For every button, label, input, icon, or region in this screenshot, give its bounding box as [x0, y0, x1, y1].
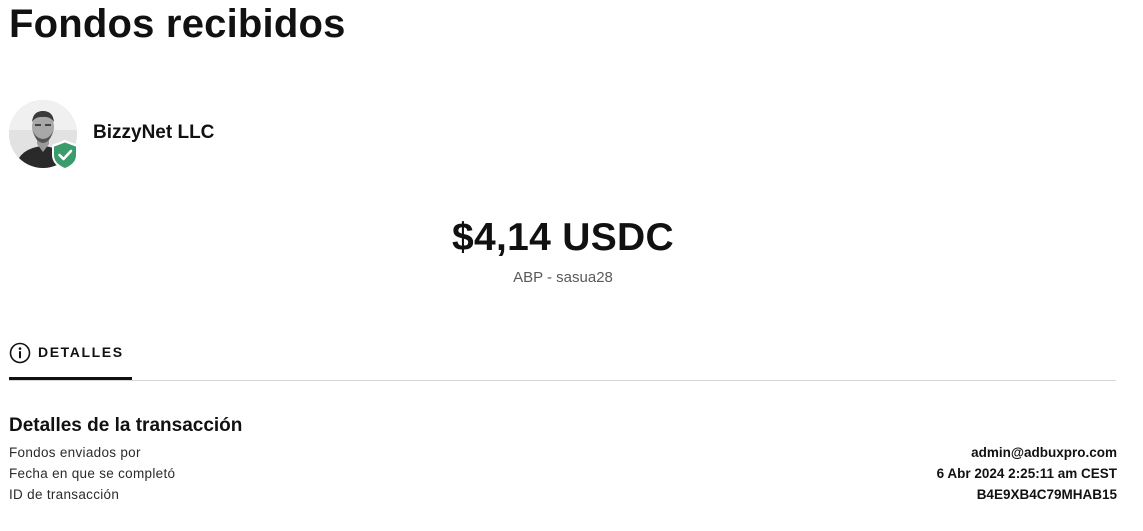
tab-bar: DETALLES [9, 340, 1116, 381]
sender-info: BizzyNet LLC [9, 100, 215, 170]
detail-label: Fondos enviados por [9, 445, 141, 460]
amount-value: $4,14 USDC [452, 216, 674, 259]
detail-label: ID de transacción [9, 487, 120, 502]
info-icon [9, 342, 31, 364]
page-title: Fondos recibidos [9, 2, 346, 46]
amount-subtitle: ABP - sasua28 [513, 269, 613, 286]
detail-value: 6 Abr 2024 2:25:11 am CEST [936, 466, 1117, 481]
sender-name: BizzyNet LLC [93, 122, 215, 143]
detail-value: admin@adbuxpro.com [971, 445, 1117, 460]
tab-details[interactable]: DETALLES [9, 340, 132, 380]
detail-label: Fecha en que se completó [9, 466, 176, 481]
page: Fondos recibidos BizzyNet LLC $4,14 USDC… [0, 0, 1143, 531]
detail-row-sender: Fondos enviados por admin@adbuxpro.com [9, 444, 1117, 462]
detail-value: B4E9XB4C79MHAB15 [976, 487, 1117, 502]
tab-details-label: DETALLES [38, 344, 124, 360]
avatar-container [9, 100, 78, 170]
detail-row-completed-date: Fecha en que se completó 6 Abr 2024 2:25… [9, 465, 1117, 483]
amount-block: $4,14 USDC ABP - sasua28 [0, 214, 1126, 286]
verified-shield-icon [52, 140, 78, 170]
transaction-details-title: Detalles de la transacción [9, 415, 243, 436]
detail-row-transaction-id: ID de transacción B4E9XB4C79MHAB15 [9, 486, 1117, 504]
